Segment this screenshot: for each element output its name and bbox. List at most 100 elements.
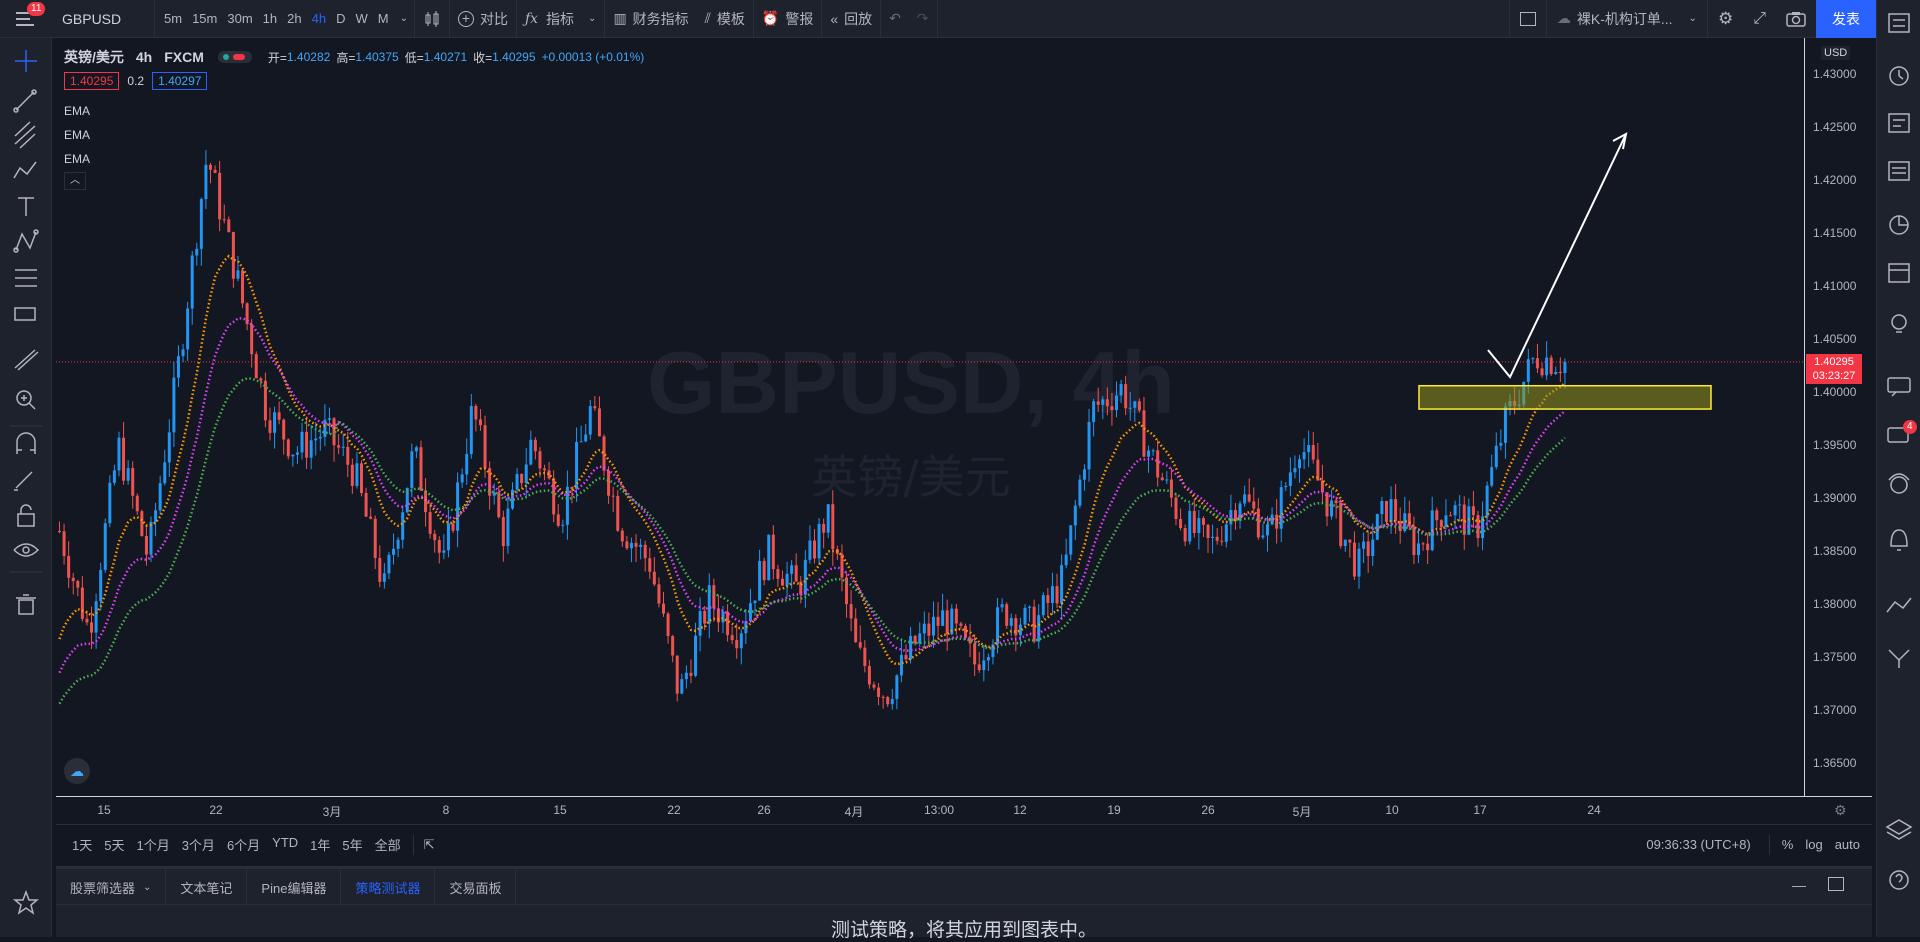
financials-button[interactable]: ▥ 财务指标 [605, 0, 696, 38]
node-pattern-icon[interactable] [13, 229, 39, 253]
lightbulb-help-icon[interactable] [1888, 473, 1910, 494]
pattern-icon[interactable] [13, 161, 37, 179]
pitchfork-icon[interactable] [14, 121, 36, 149]
undo-button[interactable]: ↶ [881, 0, 909, 38]
interval-D[interactable]: D [331, 0, 350, 38]
layout-selector[interactable]: ☁ 裸K-机构订单... ⌄ [1547, 0, 1707, 38]
text-icon[interactable] [18, 197, 34, 216]
legend-title[interactable]: 英镑/美元 [64, 47, 124, 67]
interval-dropdown-chevron-icon[interactable]: ⌄ [394, 0, 414, 38]
interval-15m[interactable]: 15m [187, 0, 222, 38]
indicator-ema-2[interactable]: EMA [64, 128, 90, 142]
trash-icon[interactable] [16, 594, 36, 615]
projection-path-arrow[interactable] [1487, 133, 1627, 379]
candle-body [1458, 504, 1462, 506]
candle-body [611, 495, 615, 497]
buy-price-button[interactable]: 1.40297 [152, 72, 208, 90]
candle-body [1266, 524, 1269, 536]
interval-W[interactable]: W [350, 0, 372, 38]
snapshot-button[interactable] [1776, 0, 1816, 38]
bottom-tab-4[interactable]: 交易面板 [435, 869, 517, 905]
line-tools-icon[interactable] [1886, 597, 1912, 613]
range-6[interactable]: 1年 [310, 835, 330, 854]
star-icon[interactable] [12, 889, 40, 915]
data-window-icon[interactable] [1888, 113, 1910, 133]
market-status-toggle[interactable] [217, 51, 252, 63]
notifications-bell-icon[interactable] [1890, 529, 1908, 551]
publish-button[interactable]: 发表 [1816, 0, 1876, 38]
layers-icon[interactable] [1885, 819, 1913, 840]
prediction-icon[interactable] [15, 269, 37, 287]
range-2[interactable]: 1个月 [136, 835, 169, 854]
crosshair-icon[interactable] [15, 50, 37, 72]
range-0[interactable]: 1天 [72, 835, 92, 854]
range-8[interactable]: 全部 [375, 835, 401, 854]
range-5[interactable]: YTD [272, 835, 298, 854]
range-7[interactable]: 5年 [342, 835, 362, 854]
interval-1h[interactable]: 1h [258, 0, 282, 38]
indicators-button[interactable]: ƒx 指标 ⌄ [517, 0, 604, 38]
news-icon[interactable] [1888, 161, 1910, 181]
broker-logo[interactable]: ☁ [64, 758, 90, 784]
percent-scale-toggle[interactable]: % [1782, 837, 1794, 852]
currency-label[interactable]: USD [1821, 46, 1851, 60]
clock-display[interactable]: 09:36:33 (UTC+8) [1646, 837, 1750, 852]
flag-icon[interactable] [14, 307, 36, 321]
fullscreen-button[interactable]: ⤢ [1743, 0, 1776, 38]
magnet-icon[interactable] [16, 432, 36, 454]
candle-body [277, 412, 281, 420]
alerts-button[interactable]: ⏰ 警报 [754, 0, 821, 38]
redo-button[interactable]: ↷ [909, 0, 937, 38]
bottom-tab-3[interactable]: 策略测试器 [341, 869, 436, 905]
compare-button[interactable]: + 对比 [450, 0, 516, 38]
interval-2h[interactable]: 2h [282, 0, 306, 38]
zoom-in-icon[interactable] [16, 390, 36, 410]
ideas-bulb-icon[interactable] [1891, 314, 1907, 333]
bottom-tab-0[interactable]: 股票筛选器 ⌄ [56, 869, 167, 905]
interval-4h[interactable]: 4h [307, 0, 331, 38]
sell-price-button[interactable]: 1.40295 [64, 72, 120, 90]
chart-settings-gear-icon[interactable]: ⚙ [1834, 802, 1847, 819]
symbol-search-button[interactable]: GBPUSD [52, 0, 154, 38]
eye-icon[interactable] [13, 543, 40, 557]
dom-icon[interactable] [1888, 649, 1910, 668]
trend-line-icon[interactable] [13, 89, 37, 113]
minimize-panel-icon[interactable]: — [1792, 877, 1806, 893]
demand-zone-rectangle[interactable] [1418, 384, 1712, 410]
watchlist-icon[interactable] [1888, 13, 1910, 33]
settings-button[interactable]: ⚙ [1708, 0, 1743, 38]
price-scale[interactable]: USD 1.43000 1.42500 1.42000 1.41500 1.41000 1… [1804, 38, 1872, 796]
alert-clock-icon[interactable] [1889, 66, 1909, 86]
chart-pane[interactable]: GBPUSD, 4h 英镑/美元 英镑/美元 4h FXCM 开= 1.40282… [56, 38, 1804, 796]
interval-5m[interactable]: 5m [159, 0, 187, 38]
lock-icon[interactable] [17, 504, 35, 527]
maximize-panel-icon[interactable] [1828, 877, 1844, 891]
range-3[interactable]: 3个月 [182, 835, 215, 854]
log-scale-toggle[interactable]: log [1805, 837, 1822, 852]
indicator-ema-3[interactable]: EMA [64, 152, 90, 166]
chart-type-button[interactable] [415, 0, 449, 38]
collapse-legend-button[interactable]: ︿ [64, 172, 86, 190]
time-scale[interactable]: 15 22 3月 8 15 22 26 4月 13:00 12 19 26 5月 10 17 24 ⚙ [56, 796, 1872, 824]
range-1[interactable]: 5天 [104, 835, 124, 854]
bottom-tab-1[interactable]: 文本笔记 [166, 869, 248, 905]
templates-button[interactable]: ⫽ 模板 [697, 0, 753, 38]
menu-button[interactable]: 11 [0, 0, 52, 38]
candle-body [671, 636, 675, 656]
fullscreen-layout-button[interactable] [1510, 0, 1546, 38]
replay-button[interactable]: « 回放 [822, 0, 880, 38]
range-4[interactable]: 6个月 [227, 835, 260, 854]
goto-date-calendar-icon[interactable]: ⇱ [424, 837, 435, 853]
interval-M[interactable]: M [373, 0, 394, 38]
indicator-ema-1[interactable]: EMA [64, 104, 90, 118]
streams-chat-icon[interactable] [1887, 377, 1911, 397]
hotlist-icon[interactable] [1889, 215, 1909, 235]
calendar-icon[interactable] [1888, 263, 1910, 283]
ruler-icon[interactable] [14, 349, 39, 371]
interval-30m[interactable]: 30m [222, 0, 257, 38]
bottom-tab-2[interactable]: Pine编辑器 [247, 869, 342, 905]
lock-drawings-pencil-icon[interactable] [14, 471, 33, 491]
help-icon[interactable] [1889, 870, 1909, 890]
auto-scale-toggle[interactable]: auto [1835, 837, 1860, 852]
price-chart[interactable]: GBPUSD, 4h 英镑/美元 [56, 38, 1804, 796]
